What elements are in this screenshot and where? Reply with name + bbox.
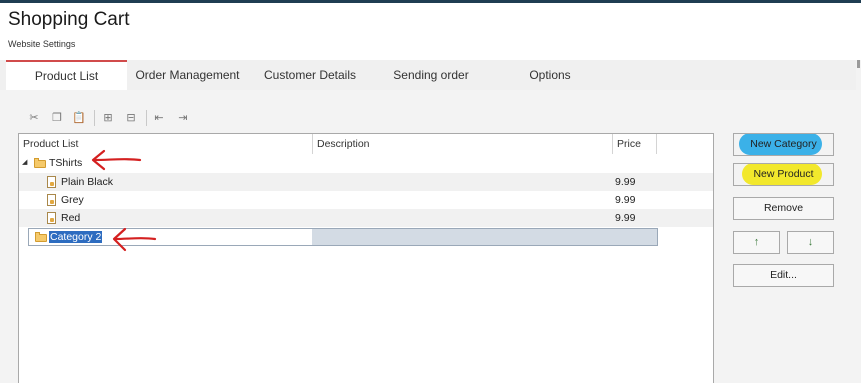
add-sibling-icon[interactable]: ⊟ (124, 111, 138, 125)
move-up-button[interactable]: ↑ (733, 231, 780, 254)
column-header-product-list[interactable]: Product List (19, 134, 313, 154)
row-name: Grey (61, 194, 84, 206)
folder-icon (35, 232, 47, 242)
tab-customer-details[interactable]: Customer Details (254, 60, 366, 90)
tab-sending-order[interactable]: Sending order (380, 60, 482, 90)
outdent-icon[interactable]: ⇥ (176, 111, 190, 125)
new-product-button[interactable]: New Product (733, 163, 834, 186)
row-name: TShirts (49, 157, 83, 169)
new-category-button[interactable]: New Category (733, 133, 834, 156)
indent-icon[interactable]: ⇤ (152, 111, 166, 125)
product-file-icon (47, 194, 56, 206)
add-child-icon[interactable]: ⊞ (101, 111, 115, 125)
column-header-description[interactable]: Description (313, 134, 613, 154)
tab-product-list[interactable]: Product List (6, 60, 127, 91)
copy-icon[interactable]: ❐ (50, 111, 64, 125)
column-header-empty (657, 134, 713, 154)
tab-options[interactable]: Options (510, 60, 590, 90)
row-name-editing[interactable]: Category 2 (49, 228, 103, 246)
remove-button[interactable]: Remove (733, 197, 834, 220)
annotation-arrow-icon (91, 149, 142, 171)
collapse-arrow-icon[interactable]: ◢ (22, 154, 27, 172)
app-subtitle: Website Settings (8, 39, 76, 49)
app-title: Shopping Cart (8, 9, 130, 30)
product-file-icon (47, 212, 56, 224)
folder-icon (34, 158, 46, 168)
paste-icon[interactable]: 📋 (72, 111, 86, 125)
selected-text: Category 2 (49, 231, 103, 243)
row-name: Red (61, 212, 81, 224)
row-price: 9.99 (615, 176, 636, 188)
tree-row-product[interactable]: Grey 9.99 (19, 191, 713, 209)
scrollbar-thumb[interactable] (857, 60, 860, 68)
product-file-icon (47, 176, 56, 188)
toolbar-separator (94, 110, 95, 126)
tab-order-management[interactable]: Order Management (127, 60, 248, 90)
scrollbar[interactable] (856, 60, 861, 383)
column-header-price[interactable]: Price (613, 134, 657, 154)
row-name: Plain Black (61, 176, 113, 188)
row-price: 9.99 (615, 194, 636, 206)
tree-row-product[interactable]: Plain Black 9.99 (19, 173, 713, 191)
annotation-arrow-icon (112, 227, 157, 252)
edit-button[interactable]: Edit... (733, 264, 834, 287)
window-top-border (0, 0, 861, 3)
move-down-button[interactable]: ↓ (787, 231, 834, 254)
row-price: 9.99 (615, 212, 636, 224)
toolbar-separator (146, 110, 147, 126)
cut-icon[interactable]: ✂ (27, 111, 41, 125)
